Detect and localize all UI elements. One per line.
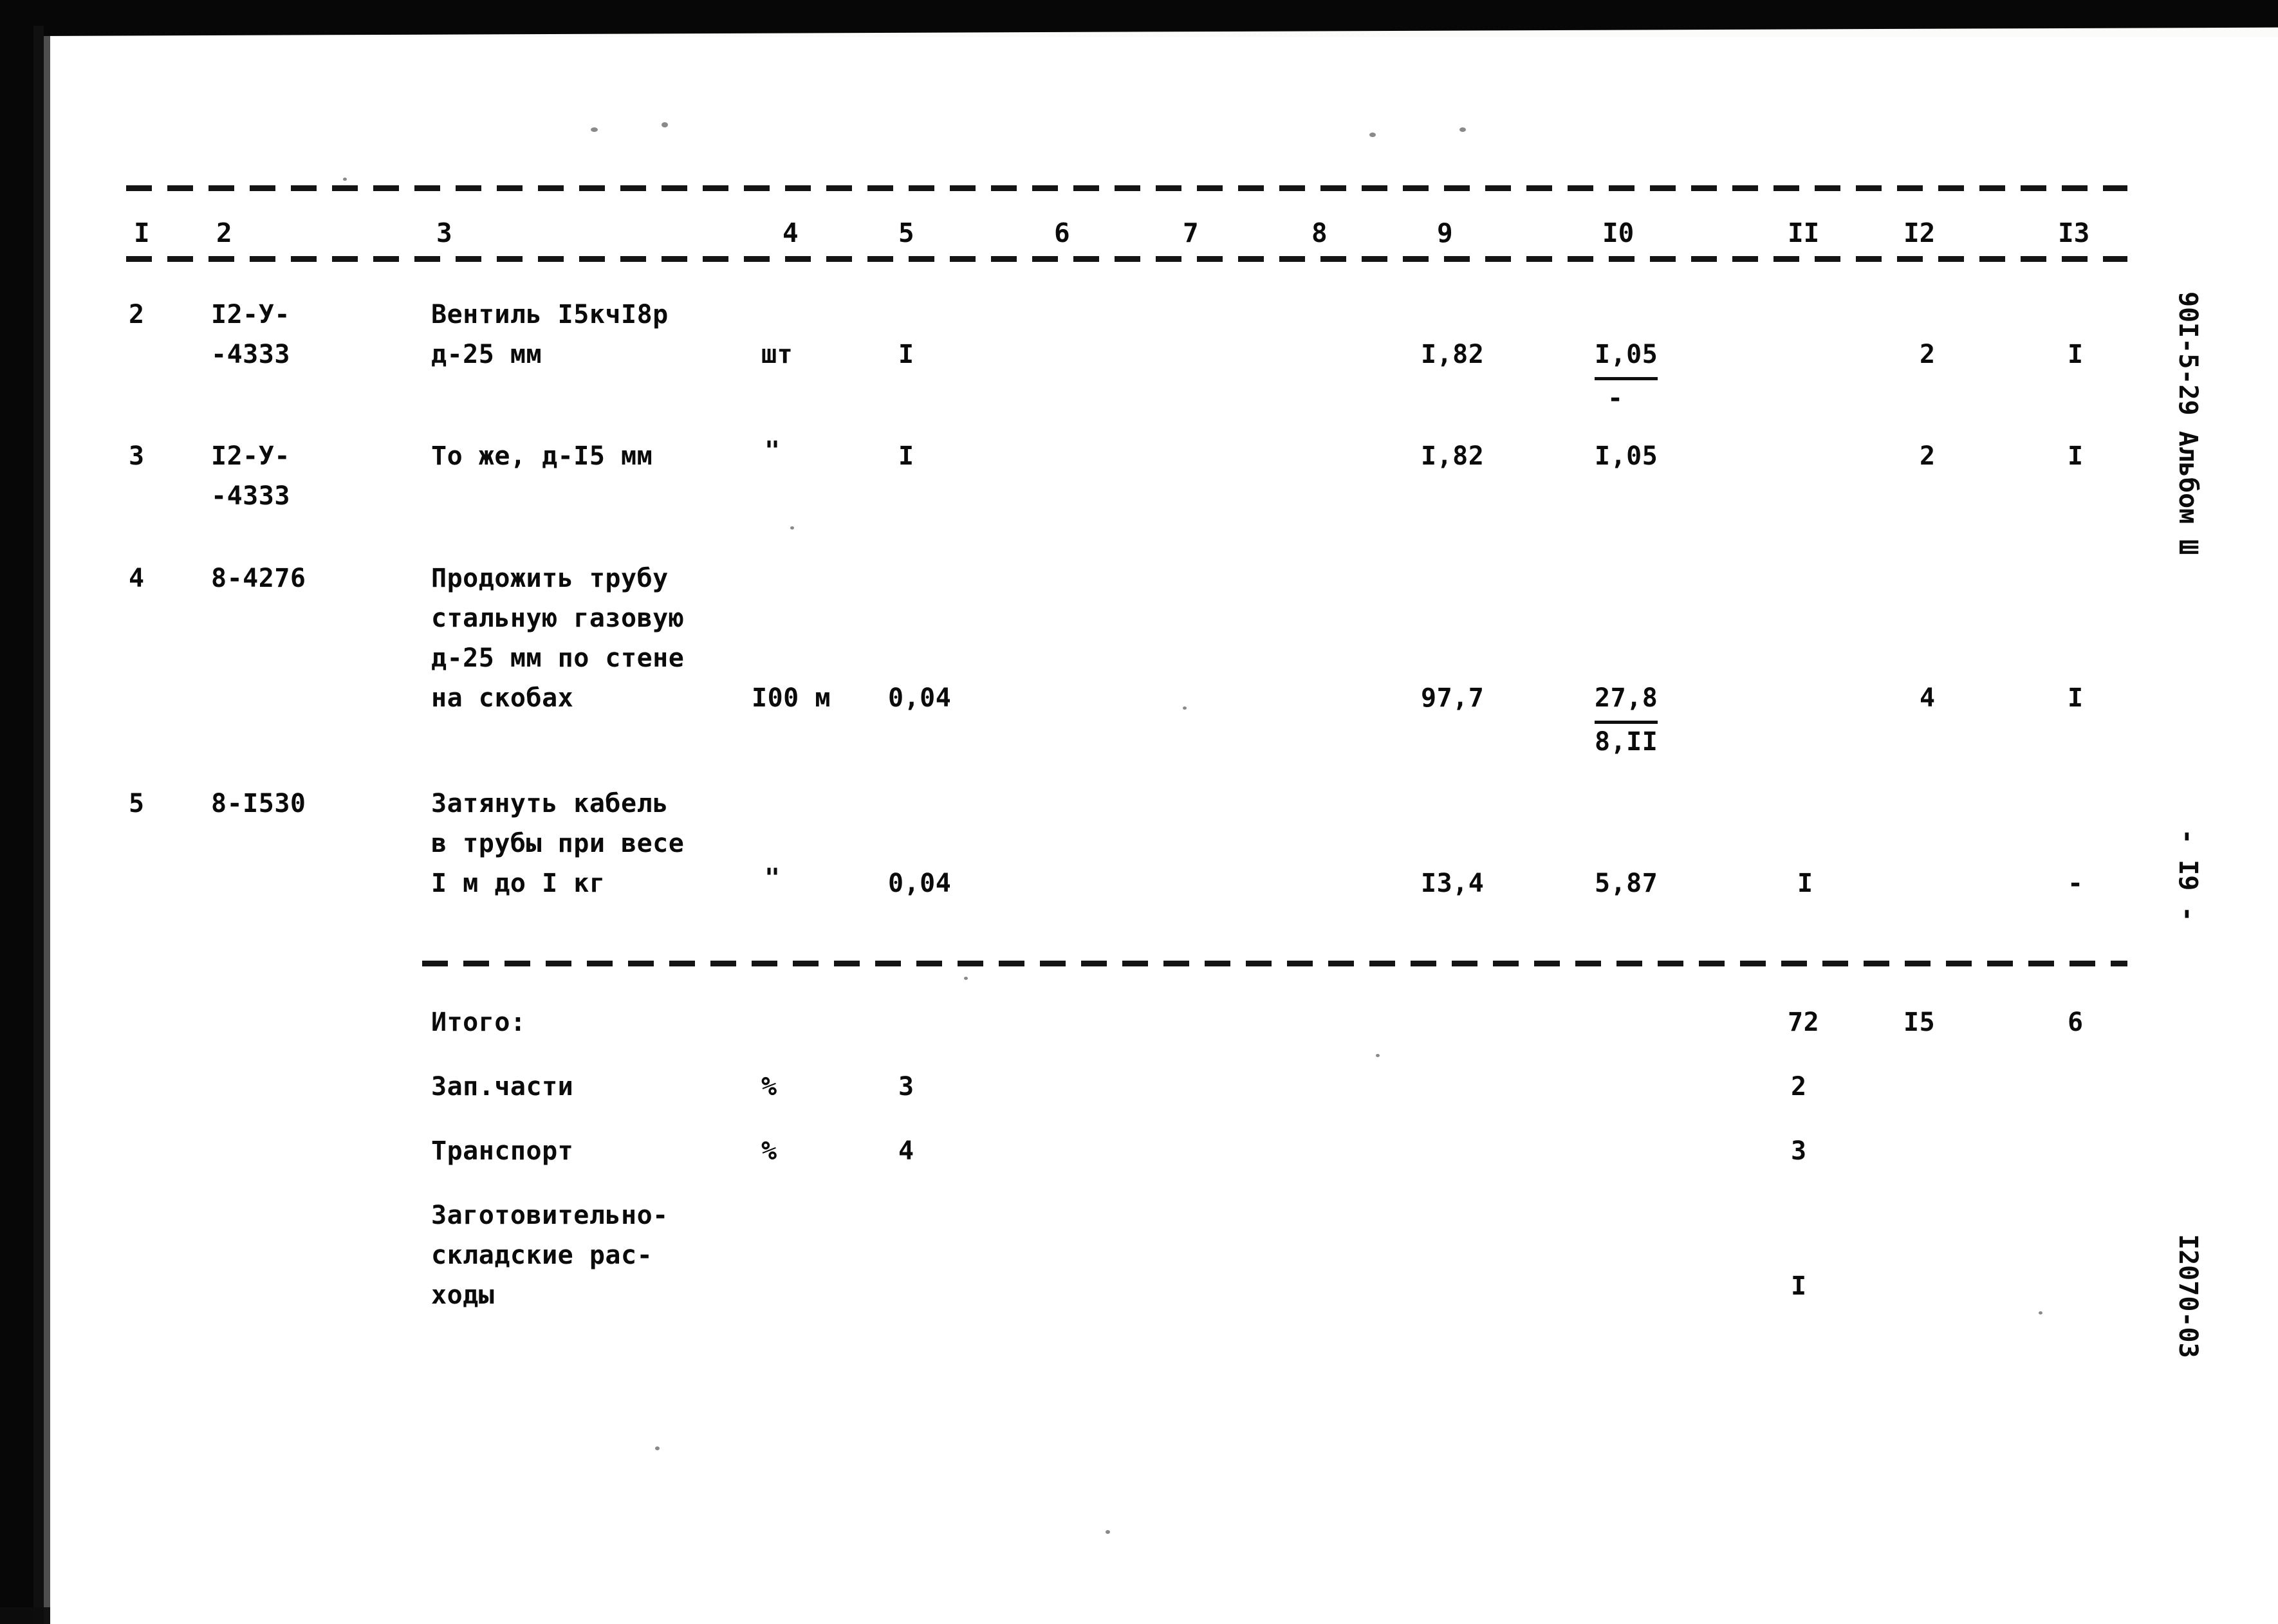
cell-c5: I [898,441,914,471]
cell-c9: 97,7 [1421,683,1485,713]
col-header-9: 9 [1437,217,1453,248]
cell-c1: 2 [129,300,145,329]
table-rule-top [126,185,2127,191]
col-header-2: 2 [216,217,232,248]
margin-page-number: - I9 - [2173,829,2203,922]
col-header-10: I0 [1602,217,1634,248]
scan-speck [662,122,668,127]
cell-c4: I00 м [752,683,831,713]
scan-speck [790,526,794,530]
cell-c10: 5,87 [1595,869,1658,898]
cell-c3: Продожить трубу [431,564,669,593]
summary-label: Заготовительно- [431,1201,669,1230]
cell-c2b: -4333 [211,340,290,369]
scan-speck [1183,706,1187,710]
cell-c12: 2 [1920,340,1936,369]
col-header-5: 5 [898,217,914,248]
cell-c2b: -4333 [211,481,290,511]
summary-label: Транспорт [431,1136,574,1166]
summary-unit: % [761,1136,777,1166]
cell-c10: I,05 [1595,441,1658,471]
cell-c3: Затянуть кабель [431,789,669,818]
cell-c3b: стальную газовую [431,604,685,633]
cell-c13: I [2068,340,2084,369]
scan-edge-top-right [1673,0,2278,22]
summary-qty: 3 [898,1072,914,1102]
table-rule-header [126,256,2127,262]
summary-c13: 6 [2068,1008,2084,1037]
col-header-1: I [134,217,150,248]
scan-speck [1376,1054,1380,1057]
cell-c10-bottom: - [1607,383,1624,413]
scan-speck [1106,1530,1110,1534]
cell-c10-top: 27,8 [1595,678,1658,724]
cell-c5: 0,04 [888,683,952,713]
cell-c5: I [898,340,914,369]
summary-label: Итого: [431,1008,526,1037]
table-rule-bottom [422,961,2127,966]
cell-c1: 3 [129,441,145,471]
cell-c1: 5 [129,789,145,818]
cell-c2: I2-У- [211,300,290,329]
col-header-13: I3 [2058,217,2090,248]
cell-c9: I,82 [1421,441,1485,471]
summary-c11: 2 [1791,1072,1807,1102]
cell-c2: I2-У- [211,441,290,471]
summary-c11: 72 [1788,1008,1820,1037]
summary-c11: I [1791,1271,1807,1301]
scanned-page: I 2 3 4 5 6 7 8 9 I0 II I2 I3 2 I2-У- -4… [0,0,2278,1624]
scan-speck [964,977,968,980]
summary-c11: 3 [1791,1136,1807,1166]
cell-c13: - [2068,869,2084,898]
margin-series-code: 90I-5-29 Альбом Ш [2173,291,2203,555]
cell-c11: I [1797,869,1813,898]
summary-label2: складские рас- [431,1241,653,1270]
paper-sheet: I 2 3 4 5 6 7 8 9 I0 II I2 I3 2 I2-У- -4… [50,37,2278,1624]
scan-speck [1459,127,1466,132]
cell-c3: Вентиль I5кчI8р [431,300,669,329]
summary-c12: I5 [1903,1008,1936,1037]
cell-c4: " [764,436,781,466]
cell-c13: I [2068,441,2084,471]
col-header-12: I2 [1903,217,1936,248]
cell-c9: I,82 [1421,340,1485,369]
summary-label3: ходы [431,1280,495,1310]
col-header-8: 8 [1311,217,1328,248]
cell-c9: I3,4 [1421,869,1485,898]
scan-edge-left-inner [33,26,50,1624]
cell-c4: " [764,863,781,893]
cell-c1: 4 [129,564,145,593]
cell-c12: 4 [1920,683,1936,713]
cell-c12: 2 [1920,441,1936,471]
scan-speck [655,1446,660,1450]
cell-c10-bottom: 8,II [1595,727,1658,757]
scan-speck [591,127,598,132]
cell-c3c: I м до I кг [431,869,606,898]
col-header-4: 4 [782,217,799,248]
margin-drawing-code: I2070-03 [2173,1234,2203,1358]
cell-c5: 0,04 [888,869,952,898]
cell-c13: I [2068,683,2084,713]
cell-c3d: на скобах [431,683,574,713]
cell-c3c: д-25 мм по стене [431,643,685,673]
col-header-11: II [1788,217,1820,248]
summary-label: Зап.части [431,1072,574,1102]
col-header-7: 7 [1183,217,1199,248]
col-header-3: 3 [436,217,452,248]
scan-speck [1369,133,1376,137]
cell-c2: 8-I530 [211,789,306,818]
scan-speck [2039,1311,2042,1315]
cell-c10-top: I,05 [1595,335,1658,380]
cell-c3b: в трубы при весе [431,829,685,858]
cell-c3: То же, д-I5 мм [431,441,653,471]
summary-qty: 4 [898,1136,914,1166]
cell-c3b: д-25 мм [431,340,542,369]
col-header-6: 6 [1054,217,1070,248]
scan-speck [343,178,347,181]
cell-c2: 8-4276 [211,564,306,593]
summary-unit: % [761,1072,777,1102]
cell-c4: шт [761,340,793,369]
